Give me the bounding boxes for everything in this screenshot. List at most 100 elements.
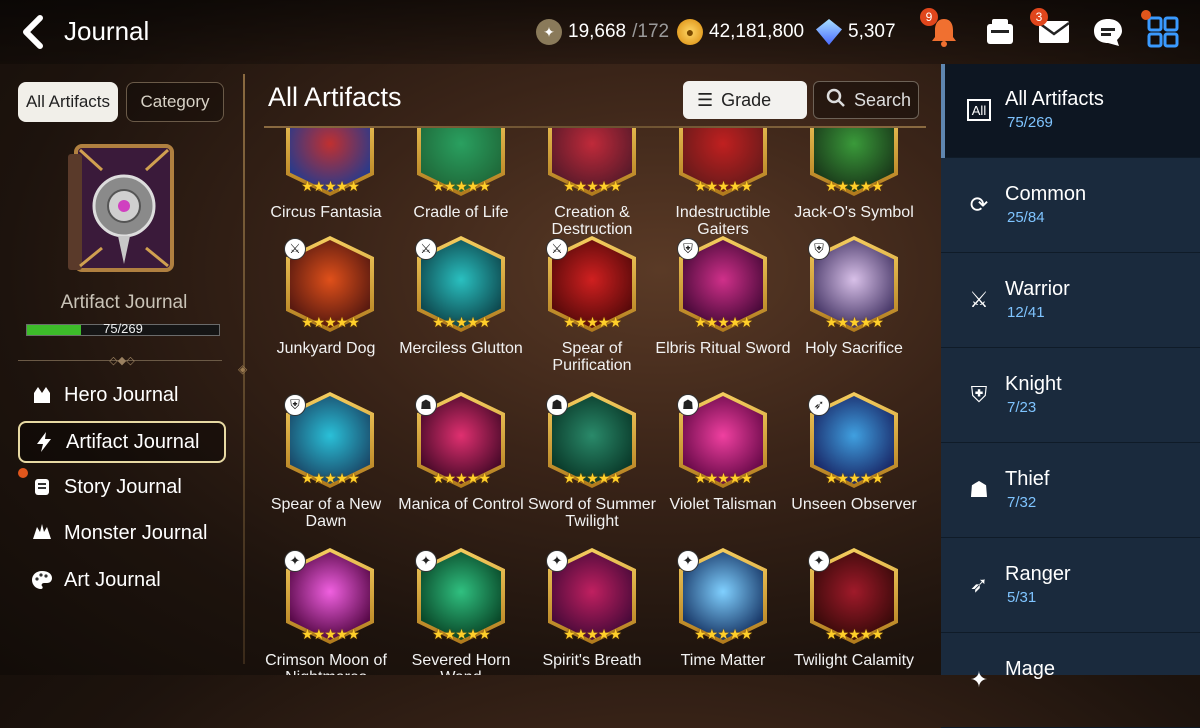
all-box-label: All [967,99,991,121]
artifact-name: Creation & Destruction [551,204,633,238]
artifact-card[interactable]: ★★★★★ ⛨ Spear of a New Dawn [260,392,392,542]
nav-label: Hero Journal [64,383,179,406]
gold-currency[interactable]: ● 42,181,800 [677,18,804,46]
star-rating: ★★★★★ [563,178,622,194]
ranger-class-icon: ➶ [808,394,830,416]
category-name: All Artifacts [1005,88,1104,110]
ranger-icon: ➶ [969,572,989,597]
nav-story-journal[interactable]: Story Journal [18,466,226,508]
artifact-card[interactable]: ★★★★★ ⛨ Holy Sacrifice [784,236,916,386]
artifact-name: Violet Talisman [669,496,777,513]
active-indicator [941,64,945,158]
gold-icon: ● [677,19,703,45]
artifact-portrait: ★★★★★ ✦ [677,548,767,644]
artifact-card[interactable]: ★★★★★ ☗ Sword of Summer Twilight [522,392,656,542]
category-tab-ranger[interactable]: ➶ Ranger 5/31 [941,539,1200,633]
artifact-portrait: ★★★★★ ⚔ [415,236,505,332]
category-tab-knight[interactable]: ⛨ Knight 7/23 [941,349,1200,443]
category-tab-thief[interactable]: ☗ Thief 7/32 [941,444,1200,538]
artifact-name: Junkyard Dog [276,340,376,357]
lightning-icon [32,430,56,454]
chat-icon[interactable] [1088,12,1128,52]
thief-class-icon: ☗ [546,394,568,416]
artifact-card[interactable]: ★★★★★ ✦ Spirit's Breath [522,548,654,675]
artifact-card[interactable]: ★★★★★ Circus Fantasia [260,128,392,250]
star-rating: ★★★★★ [432,470,491,486]
notification-bell-icon[interactable]: 9 [920,8,964,52]
artifact-portrait: ★★★★★ ⛨ [677,236,767,332]
artifact-card[interactable]: ★★★★★ ⛨ Elbris Ritual Sword [653,236,791,386]
warrior-class-icon: ⚔ [546,238,568,260]
warrior-icon: ⚔ [969,287,989,312]
grade-sort-button[interactable]: ☰ Grade [683,81,807,119]
artifact-portrait: ★★★★★ ⛨ [808,236,898,332]
star-rating: ★★★★★ [563,314,622,330]
star-rating: ★★★★★ [694,314,753,330]
artifact-card[interactable]: ★★★★★ ⚔ Junkyard Dog [260,236,392,386]
artifact-portrait: ★★★★★ [679,128,767,196]
category-tab-mage[interactable]: ✦ Mage [941,634,1200,728]
artifact-name: Spear of Purification [552,340,632,374]
search-button[interactable]: Search [813,81,919,119]
page-title: Journal [64,16,150,46]
star-rating: ★★★★★ [432,626,491,642]
mage-icon: ✦ [969,667,989,692]
mail-badge: 3 [1030,8,1048,26]
artifact-card[interactable]: ★★★★★ Indestructible Gaiters [653,128,785,250]
guild-icon[interactable] [980,12,1020,52]
all-artifacts-toggle[interactable]: All Artifacts [18,82,118,122]
mage-class-icon: ✦ [415,550,437,572]
nav-monster-journal[interactable]: Monster Journal [18,512,226,554]
artifact-name: Manica of Control [398,496,524,513]
nav-hero-journal[interactable]: Hero Journal [18,374,226,416]
nav-artifact-journal[interactable]: Artifact Journal [18,421,226,463]
mage-class-icon: ✦ [284,550,306,572]
nav-label: Art Journal [64,568,161,591]
artifact-name: Jack-O's Symbol [794,204,914,221]
artifact-card[interactable]: ★★★★★ ✦ Time Matter [653,548,785,675]
artifact-card[interactable]: ★★★★★ ✦ Twilight Calamity [784,548,916,675]
menu-grid-icon[interactable] [1141,10,1183,52]
mage-class-icon: ✦ [546,550,568,572]
search-icon [826,88,846,113]
mage-class-icon: ✦ [808,550,830,572]
artifact-name: Indestructible Gaiters [675,204,771,238]
artifact-card[interactable]: ★★★★★ ⚔ Spear of Purification [522,236,654,386]
mage-class-icon: ✦ [677,550,699,572]
back-arrow-icon[interactable] [18,14,52,50]
artifact-portrait: ★★★★★ ⚔ [284,236,374,332]
star-rating: ★★★★★ [563,626,622,642]
artifact-card[interactable]: ★★★★★ Jack-O's Symbol [784,128,916,250]
nav-art-journal[interactable]: Art Journal [18,559,226,601]
collection-progress-text: 75/269 [103,321,143,336]
left-panel: All Artifacts Category Artifact Journal … [0,64,240,675]
category-count: 75/269 [1007,114,1053,131]
mail-icon[interactable]: 3 [1030,8,1074,52]
menu-notification-dot [1141,10,1151,20]
category-tab-common[interactable]: ⟳ Common 25/84 [941,159,1200,253]
artifact-card[interactable]: ★★★★★ Cradle of Life [391,128,523,250]
artifact-card[interactable]: ★★★★★ ☗ Violet Talisman [653,392,785,542]
stamina-currency[interactable]: ✦ 19,668/172 [536,18,669,46]
artifact-name: Unseen Observer [791,496,917,513]
monster-icon [30,521,54,545]
artifact-card[interactable]: ★★★★★ ✦ Severed Horn Wand [391,548,523,675]
warrior-class-icon: ⚔ [415,238,437,260]
category-name: Thief [1005,468,1050,490]
common-icon: ⟳ [969,192,989,217]
star-rating: ★★★★★ [301,470,360,486]
artifact-portrait: ★★★★★ [548,128,636,196]
artifact-card[interactable]: ★★★★★ ➶ Unseen Observer [784,392,917,542]
thief-class-icon: ☗ [415,394,437,416]
crystal-currency[interactable]: 5,307 [816,18,896,46]
category-tab-all-artifacts[interactable]: All All Artifacts 75/269 [941,64,1200,158]
thief-class-icon: ☗ [677,394,699,416]
category-tab-warrior[interactable]: ⚔ Warrior 12/41 [941,254,1200,348]
artifact-portrait: ★★★★★ ⛨ [284,392,374,488]
category-toggle[interactable]: Category [126,82,224,122]
crystal-icon [816,19,842,45]
artifact-card[interactable]: ★★★★★ ⚔ Merciless Glutton [391,236,523,386]
artifact-card[interactable]: ★★★★★ Creation & Destruction [522,128,654,250]
artifact-card[interactable]: ★★★★★ ☗ Manica of Control [391,392,524,542]
artifact-card[interactable]: ★★★★★ ✦ Crimson Moon of Nightmares [260,548,392,675]
